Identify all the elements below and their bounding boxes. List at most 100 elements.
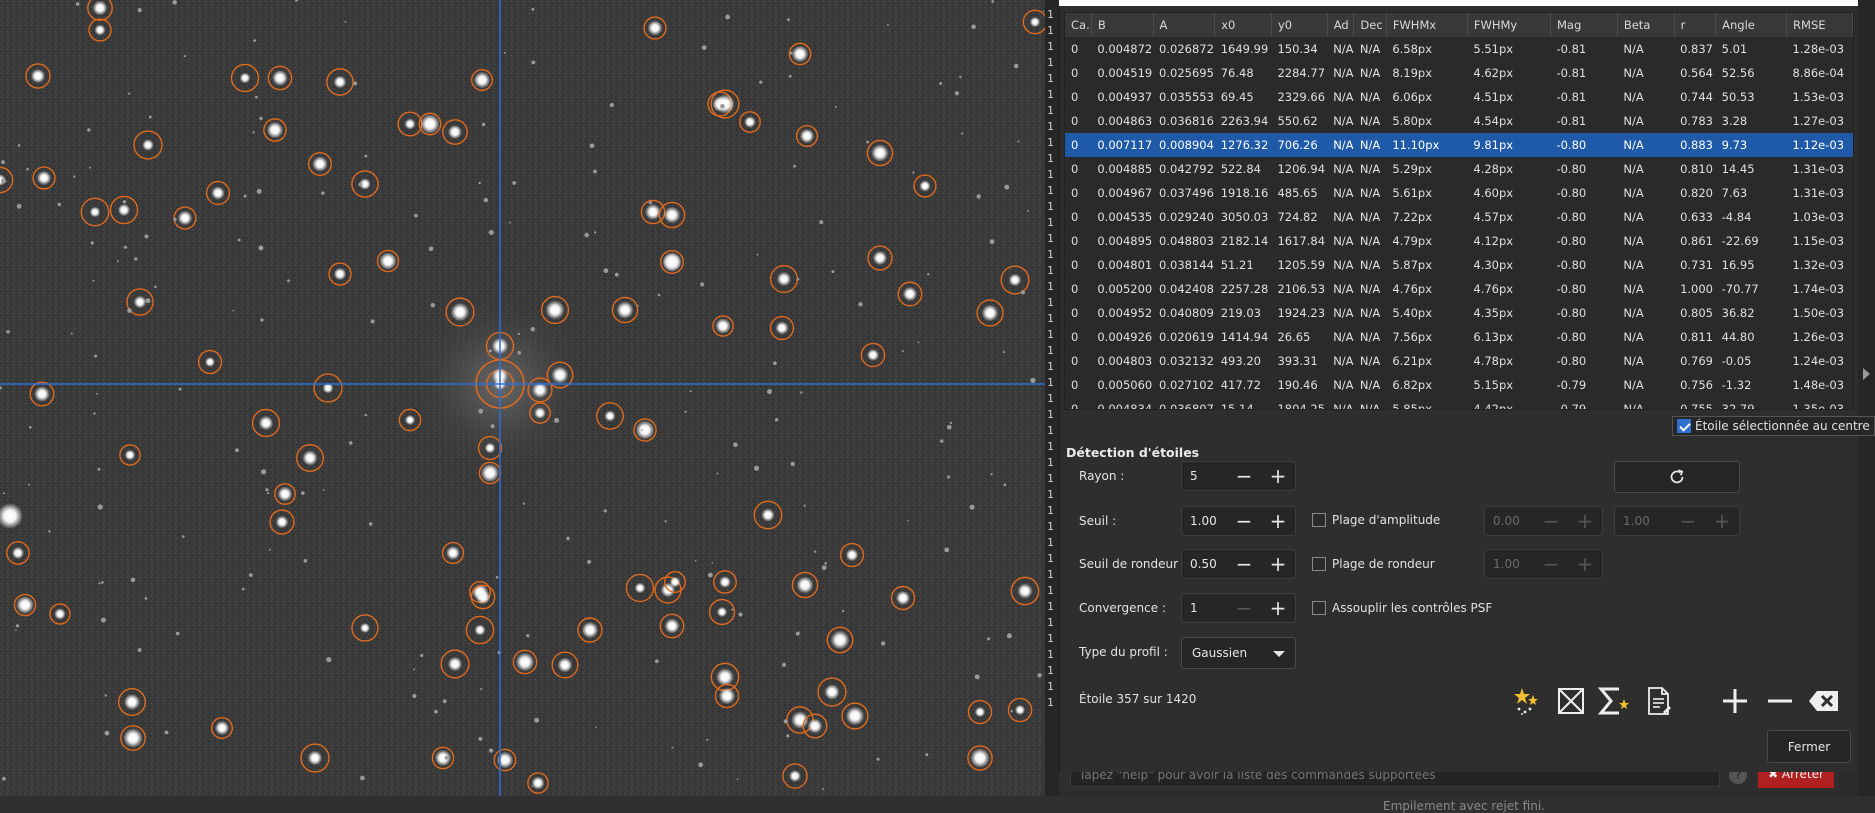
minus-icon[interactable]: − [1227,550,1261,578]
minus-icon[interactable]: − [1671,507,1705,535]
column-header[interactable]: A [1153,13,1216,37]
faint-star [364,154,368,158]
column-header[interactable]: Beta [1617,13,1675,37]
checkbox-icon[interactable] [1312,601,1326,615]
minus-icon[interactable]: − [1227,594,1261,622]
roundness-spinbox[interactable]: 0.50 − + [1181,549,1296,579]
relax-psf-checkbox[interactable]: Assouplir les contrôles PSF [1312,601,1492,615]
table-row[interactable]: 0 0.005060 0.027102 417.72 190.46 N/A N/A 6.82p… [1065,373,1853,397]
checkbox-icon[interactable] [1677,419,1691,433]
faint-star [554,417,559,423]
table-cell: 0 [1071,258,1079,272]
table-row[interactable]: 0 0.004937 0.035553 69.45 2329.66 N/A N/A 6.06p… [1065,85,1853,109]
column-header[interactable]: FWHMx [1386,13,1468,37]
plus-icon[interactable]: + [1568,507,1602,535]
roundness-range-value[interactable]: 1.00 [1485,557,1534,571]
column-header[interactable]: FWHMy [1467,13,1551,37]
plus-icon[interactable]: + [1261,594,1295,622]
roundness-range-checkbox[interactable]: Plage de rondeur [1312,557,1435,571]
minus-icon[interactable]: − [1227,507,1261,535]
faint-star [442,699,447,704]
table-row[interactable]: 0 0.004803 0.032132 493.20 393.31 N/A N/A 6.21p… [1065,349,1853,373]
table-cell: 0.036807 [1159,402,1214,410]
checkbox-icon[interactable] [1312,557,1326,571]
plus-icon[interactable]: + [1261,462,1295,490]
star-table[interactable]: Ca. B Ax0 y0 Ad Dec FWHMx FWHMy Mag Beta r Angle RMS… [1064,12,1854,410]
table-row[interactable]: 0 0.004535 0.029240 3050.03 724.82 N/A N/A 7.22… [1065,205,1853,229]
column-header[interactable]: Ad [1327,13,1355,37]
log-marker: 1 [1047,504,1054,517]
faint-star [260,318,264,322]
roundness-value[interactable]: 0.50 [1182,557,1227,571]
convergence-value[interactable]: 1 [1182,601,1227,615]
radius-value[interactable]: 5 [1182,469,1227,483]
table-row[interactable]: 0 0.004519 0.025695 76.48 2284.77 N/A N/A 8.19p… [1065,61,1853,85]
sum-stars-button[interactable] [1596,683,1632,719]
faint-star [789,51,793,55]
amplitude-range-checkbox[interactable]: Plage d'amplitude [1312,513,1440,527]
find-stars-button[interactable] [1508,683,1544,719]
column-header[interactable]: Dec [1353,13,1387,37]
table-cell: 0.005060 [1097,378,1153,392]
plus-icon[interactable]: + [1261,550,1295,578]
table-row[interactable]: 0 0.004952 0.040809 219.03 1924.23 N/A N/A 5.40… [1065,301,1853,325]
add-star-button[interactable] [1717,683,1753,719]
table-row[interactable]: 0 0.007117 0.008904 1276.32 706.26 N/A N/A 11.1… [1065,133,1853,157]
checkbox-icon[interactable] [1312,513,1326,527]
center-star-checkbox[interactable]: Étoile sélectionnée au centre [1672,416,1875,436]
column-header[interactable]: Mag [1550,13,1618,37]
table-row[interactable]: 0 0.004967 0.037496 1918.16 485.65 N/A N/A 5.61… [1065,181,1853,205]
table-row[interactable]: 0 0.004872 0.026872 1649.99 150.34 N/A N/A 6.58… [1065,37,1853,61]
table-row[interactable]: 0 0.004834 0.036807 15.14 1804.25 N/A N/A 5.85p… [1065,397,1853,410]
table-cell: 1276.32 [1214,133,1272,157]
panel-expander[interactable] [1858,0,1875,796]
table-row[interactable]: 0 0.004885 0.042792 522.84 1206.94 N/A N/A 5.29… [1065,157,1853,181]
roundness-range-spinbox[interactable]: 1.00 − + [1484,549,1603,579]
threshold-value[interactable]: 1.00 [1182,514,1227,528]
minus-icon[interactable]: − [1534,550,1568,578]
minus-icon[interactable]: − [1534,507,1568,535]
column-header[interactable]: B [1091,13,1154,37]
column-header[interactable]: Ca. [1065,13,1092,37]
column-header[interactable]: x0 [1214,13,1272,37]
column-header[interactable]: r [1674,13,1717,37]
remove-star-button[interactable] [1553,683,1589,719]
export-button[interactable] [1641,683,1677,719]
convergence-spinbox[interactable]: 1 − + [1181,593,1296,623]
plus-icon[interactable]: + [1568,550,1602,578]
star [871,144,889,162]
table-row[interactable]: 0 0.005200 0.042408 2257.28 2106.53 N/A N/A 4.7… [1065,277,1853,301]
profile-select[interactable]: Gaussien [1181,637,1296,669]
close-button[interactable]: Fermer [1767,730,1851,763]
plus-icon[interactable]: + [1705,507,1739,535]
clear-button[interactable] [1806,683,1842,719]
table-cell: 2263.94 [1220,114,1269,128]
remove-button[interactable] [1762,683,1798,719]
table-row[interactable]: 0 0.004863 0.036816 2263.94 550.62 N/A N/A 5.80… [1065,109,1853,133]
table-row[interactable]: 0 0.004801 0.038144 51.21 1205.59 N/A N/A 5.87p… [1065,253,1853,277]
refresh-button[interactable] [1614,461,1740,493]
log-marker: 1 [1047,344,1054,357]
faint-star [969,504,975,510]
column-header[interactable]: RMSE [1786,13,1853,37]
table-cell: -0.80 [1556,354,1587,368]
amplitude-min-value[interactable]: 0.00 [1485,514,1534,528]
amplitude-max-spinbox[interactable]: 1.00 − + [1614,506,1740,536]
table-row[interactable]: 0 0.004895 0.048803 2182.14 1617.84 N/A N/A 4.7… [1065,229,1853,253]
faint-star [819,220,824,225]
star-image-view[interactable] [0,0,1045,796]
table-cell: 0.837 [1680,42,1714,56]
threshold-spinbox[interactable]: 1.00 − + [1181,506,1296,536]
amplitude-max-value[interactable]: 1.00 [1615,514,1671,528]
table-row[interactable]: 0 0.004926 0.020619 1414.94 26.65 N/A N/A 7.56p… [1065,325,1853,349]
minus-icon[interactable]: − [1227,462,1261,490]
faint-star [414,213,418,218]
star [123,728,143,748]
plus-icon[interactable]: + [1261,507,1295,535]
radius-spinbox[interactable]: 5 − + [1181,461,1296,491]
column-header[interactable]: y0 [1271,13,1328,37]
amplitude-min-spinbox[interactable]: 0.00 − + [1484,506,1603,536]
table-cell: 706.26 [1271,133,1328,157]
table-cell: 0.005200 [1097,282,1153,296]
column-header[interactable]: Angle [1715,13,1788,37]
